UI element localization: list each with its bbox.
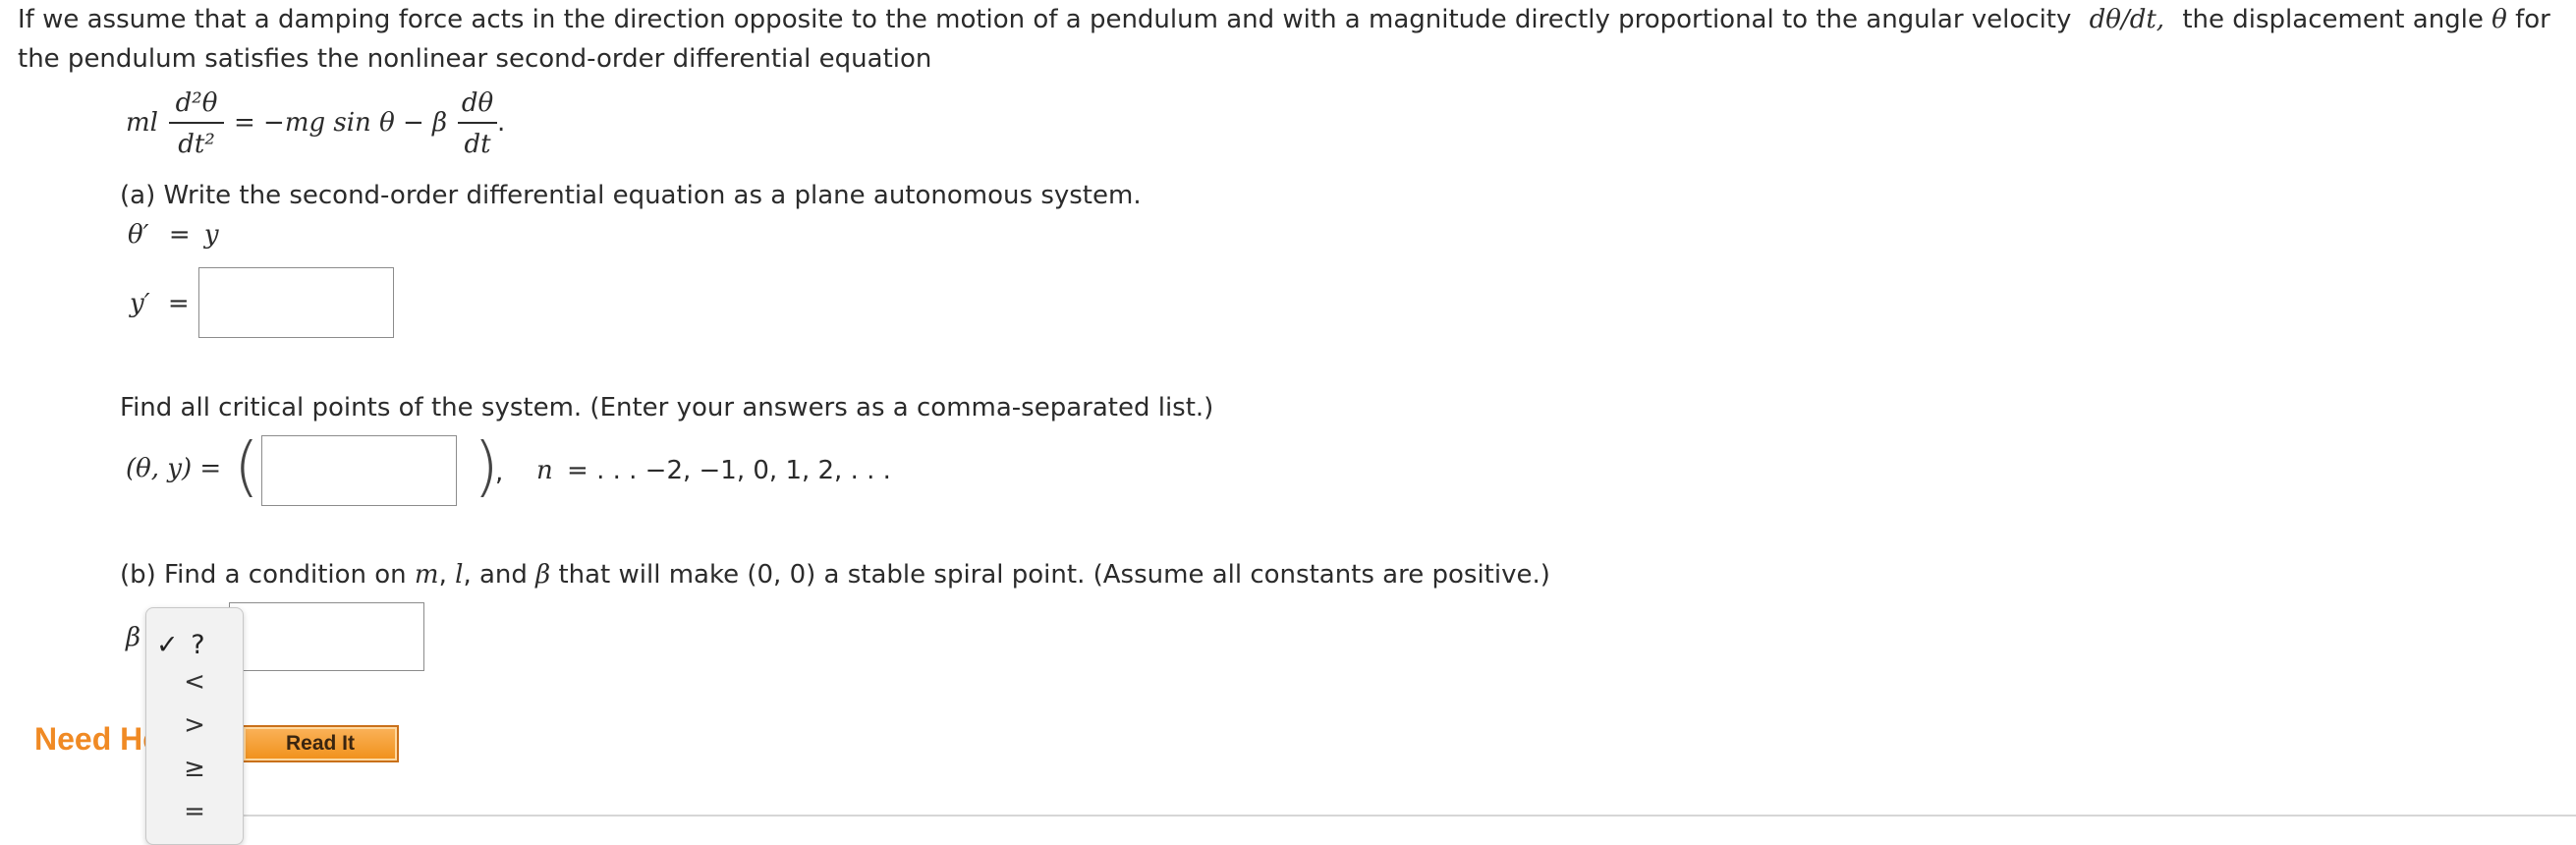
intro-line1-text-b: the displacement angle [2182, 5, 2484, 34]
y-prime-label: y′ = [130, 289, 190, 318]
problem-intro: If we assume that a damping force acts i… [18, 0, 2550, 79]
intro-line1-text-c: for [2515, 5, 2550, 34]
critical-points-input[interactable] [261, 435, 457, 506]
divider [242, 815, 2576, 817]
critical-points-lhs: (θ, y) = [126, 454, 222, 483]
option-less-than[interactable]: < [146, 667, 243, 697]
relation-dropdown[interactable]: ✓ ? < > ≥ = [145, 607, 244, 845]
y-prime-input[interactable] [198, 267, 394, 338]
relation-dropdown-selected[interactable]: ✓ ? [156, 630, 205, 660]
dt2-denominator: dt² [178, 130, 215, 159]
d2theta-numerator: d²θ [175, 88, 218, 118]
fraction-bar-2 [458, 122, 497, 124]
intro-line2-text: the pendulum satisfies the nonlinear sec… [18, 44, 932, 74]
beta-condition-input[interactable] [229, 602, 424, 671]
fraction-bar [169, 122, 224, 124]
equation-period: . [497, 108, 506, 138]
intro-theta: θ [2492, 5, 2507, 34]
dtheta-numerator: dθ [461, 88, 494, 118]
option-greater-than[interactable]: > [146, 710, 243, 740]
theta-prime-row: θ′ = y [128, 220, 219, 250]
ml-coefficient: ml [126, 108, 158, 138]
dt-denominator: dt [464, 130, 491, 159]
n-range: n = . . . −2, −1, 0, 1, 2, . . . [536, 456, 891, 485]
part-b-prompt: (b) Find a condition on m, l, and β that… [120, 560, 1550, 590]
intro-dtheta-dt: dθ/dt, [2089, 5, 2165, 34]
read-it-button[interactable]: Read It [242, 725, 399, 762]
equation-rhs: = −mg sin θ − β [234, 108, 448, 138]
critical-points-comma: , [495, 458, 504, 487]
option-greater-equal[interactable]: ≥ [146, 754, 243, 783]
intro-line1-text: If we assume that a damping force acts i… [18, 5, 2072, 34]
beta-label: β [126, 623, 141, 652]
part-a-prompt: (a) Write the second-order differential … [120, 181, 1142, 210]
left-paren: ( [234, 428, 259, 504]
checkmark-icon: ✓ [156, 630, 179, 660]
critical-points-prompt: Find all critical points of the system. … [120, 393, 1214, 422]
option-equal[interactable]: = [146, 797, 243, 826]
